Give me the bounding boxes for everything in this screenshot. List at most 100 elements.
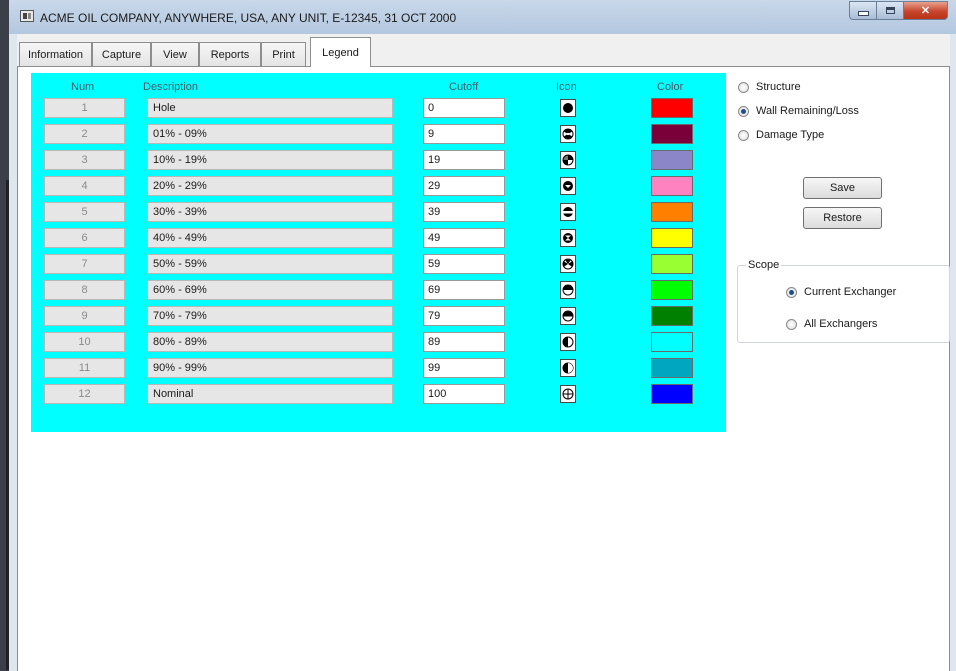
row-description[interactable]: 10% - 19% [147,150,393,170]
crosshair-circle-icon[interactable] [560,385,576,403]
header-cutoff: Cutoff [449,81,479,93]
legend-table: Num Description Cutoff Icon Color 1 Hole 0… [31,73,726,432]
row-cutoff-input[interactable]: 39 [423,202,505,222]
row-description[interactable]: 80% - 89% [147,332,393,352]
circle-bottom-notch-icon[interactable] [560,177,576,195]
restore-button[interactable]: Restore [803,207,882,229]
row-cutoff-input[interactable]: 69 [423,280,505,300]
row-description[interactable]: 40% - 49% [147,228,393,248]
save-button[interactable]: Save [803,177,882,199]
scope-title: Scope [746,259,782,271]
maximize-icon [885,7,895,14]
minimize-button[interactable] [849,1,876,20]
radio-structure-control[interactable] [738,81,749,93]
radio-damage-type-label: Damage Type [756,129,825,141]
row-cutoff-input[interactable]: 0 [423,98,505,118]
row-color-swatch[interactable] [651,150,693,170]
header-color: Color [657,81,684,93]
half-bottom-circle-icon[interactable] [560,281,576,299]
half-right-circle-icon[interactable] [560,333,576,351]
row-num: 8 [44,280,125,300]
row-num: 10 [44,332,125,352]
row-cutoff-input[interactable]: 9 [423,124,505,144]
row-cutoff-input[interactable]: 49 [423,228,505,248]
maximize-button[interactable] [876,1,903,20]
row-color-swatch[interactable] [651,280,693,300]
legend-row: 2 01% - 09% 9 [31,124,726,144]
row-description[interactable]: 30% - 39% [147,202,393,222]
window-title: ACME OIL COMPANY, ANYWHERE, USA, ANY UNI… [40,11,457,25]
radio-damage-type-control[interactable] [738,129,749,141]
legend-row: 5 30% - 39% 39 [31,202,726,222]
row-description[interactable]: Hole [147,98,393,118]
row-color-swatch[interactable] [651,202,693,222]
bowtie-circle-icon[interactable] [560,255,576,273]
close-button[interactable]: ✕ [903,1,948,20]
row-cutoff-input[interactable]: 19 [423,150,505,170]
legend-row: 8 60% - 69% 69 [31,280,726,300]
row-num: 12 [44,384,125,404]
row-color-swatch[interactable] [651,98,693,118]
row-description[interactable]: 60% - 69% [147,280,393,300]
radio-current-exchanger-control[interactable] [786,286,797,298]
radio-current-exchanger[interactable]: Current Exchanger [786,286,896,298]
row-description[interactable]: Nominal [147,384,393,404]
row-cutoff-input[interactable]: 100 [423,384,505,404]
half-left-circle-icon[interactable] [560,359,576,377]
row-num: 1 [44,98,125,118]
close-icon: ✕ [920,5,931,17]
radio-damage-type[interactable]: Damage Type [738,129,824,141]
row-color-swatch[interactable] [651,306,693,326]
row-cutoff-input[interactable]: 89 [423,332,505,352]
circle-top-band-icon[interactable] [560,203,576,221]
hourglass-circle-icon[interactable] [560,229,576,247]
legend-row: 6 40% - 49% 49 [31,228,726,248]
row-color-swatch[interactable] [651,124,693,144]
row-color-swatch[interactable] [651,358,693,378]
radio-wall-remaining[interactable]: Wall Remaining/Loss [738,105,859,117]
tab-reports[interactable]: Reports [199,42,261,66]
row-description[interactable]: 01% - 09% [147,124,393,144]
legend-row: 1 Hole 0 [31,98,726,118]
tab-capture[interactable]: Capture [92,42,151,66]
row-num: 9 [44,306,125,326]
radiation-icon[interactable] [560,125,576,143]
minimize-icon [857,11,869,16]
radio-all-exchangers-control[interactable] [786,318,797,330]
row-description[interactable]: 90% - 99% [147,358,393,378]
row-color-swatch[interactable] [651,176,693,196]
radio-current-exchanger-label: Current Exchanger [804,286,897,298]
row-num: 5 [44,202,125,222]
tab-print[interactable]: Print [261,42,306,66]
row-num: 2 [44,124,125,144]
row-description[interactable]: 50% - 59% [147,254,393,274]
tab-legend[interactable]: Legend [310,37,371,67]
tab-view[interactable]: View [151,42,199,66]
radio-structure[interactable]: Structure [738,81,801,93]
legend-row: 4 20% - 29% 29 [31,176,726,196]
row-description[interactable]: 20% - 29% [147,176,393,196]
row-color-swatch[interactable] [651,254,693,274]
radio-wall-remaining-label: Wall Remaining/Loss [756,105,859,117]
tab-information[interactable]: Information [19,42,92,66]
row-color-swatch[interactable] [651,384,693,404]
header-description: Description [143,81,199,93]
app-icon[interactable] [20,10,34,22]
row-color-swatch[interactable] [651,228,693,248]
row-cutoff-input[interactable]: 29 [423,176,505,196]
radio-wall-remaining-control[interactable] [738,105,749,117]
row-color-swatch[interactable] [651,332,693,352]
header-icon: Icon [556,81,577,93]
quad-wedge-icon[interactable] [560,151,576,169]
half-top-circle-icon[interactable] [560,307,576,325]
row-cutoff-input[interactable]: 59 [423,254,505,274]
row-cutoff-input[interactable]: 99 [423,358,505,378]
row-cutoff-input[interactable]: 79 [423,306,505,326]
scope-group: Scope Current Exchanger All Exchangers [737,259,950,343]
radio-all-exchangers[interactable]: All Exchangers [786,318,877,330]
legend-row: 12 Nominal 100 [31,384,726,404]
row-description[interactable]: 70% - 79% [147,306,393,326]
solid-circle-icon[interactable] [560,99,576,117]
title-bar[interactable]: ACME OIL COMPANY, ANYWHERE, USA, ANY UNI… [9,0,956,34]
radio-all-exchangers-label: All Exchangers [804,318,878,330]
